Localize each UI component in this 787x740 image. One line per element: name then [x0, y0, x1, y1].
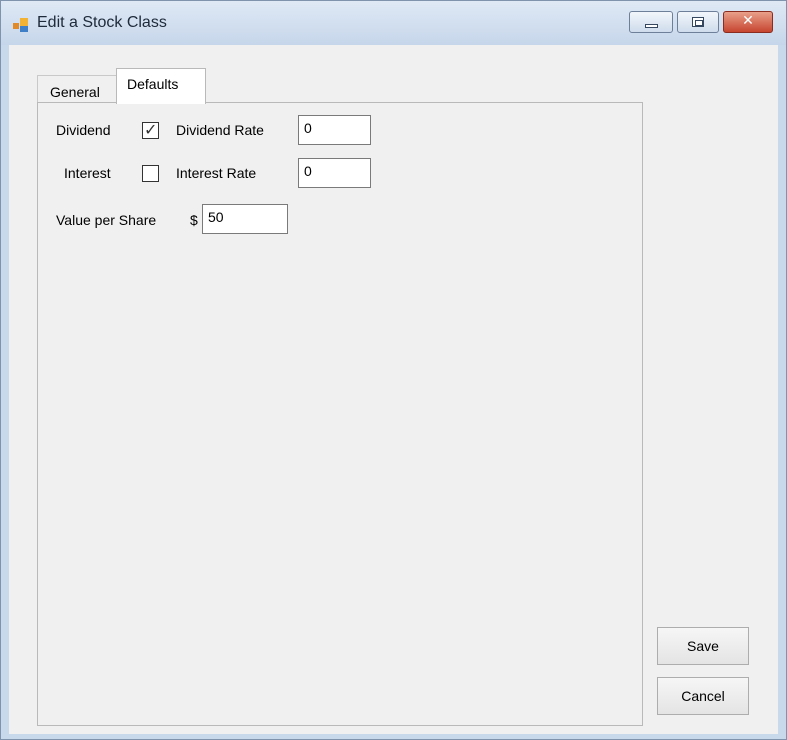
dividend-label: Dividend [56, 122, 111, 138]
window-title: Edit a Stock Class [37, 14, 167, 31]
tab-general-label: General [50, 84, 100, 100]
interest-rate-input[interactable]: 0 [298, 158, 371, 188]
save-button[interactable]: Save [657, 627, 749, 665]
close-button[interactable]: ✕ [723, 11, 773, 33]
title-bar[interactable]: Edit a Stock Class ✕ [1, 1, 786, 45]
app-icon [13, 18, 28, 32]
tab-defaults[interactable]: Defaults [116, 68, 206, 104]
minimize-button[interactable] [629, 11, 673, 33]
tab-defaults-label: Defaults [127, 76, 179, 92]
maximize-button[interactable] [677, 11, 719, 33]
value-per-share-label: Value per Share [56, 212, 157, 228]
window-client-area: General Defaults Dividend ✓ Dividend Rat… [9, 45, 778, 734]
cancel-button[interactable]: Cancel [657, 677, 749, 715]
minimize-icon [645, 24, 658, 28]
dividend-checkbox[interactable]: ✓ [142, 120, 159, 139]
edit-stock-class-window: Edit a Stock Class ✕ General Defaults Di… [0, 0, 787, 740]
checkmark-icon: ✓ [144, 120, 158, 139]
close-icon: ✕ [742, 13, 754, 29]
interest-label: Interest [64, 165, 111, 181]
tab-general[interactable]: General [37, 75, 117, 103]
interest-rate-label: Interest Rate [176, 165, 257, 181]
interest-checkbox[interactable] [142, 165, 159, 182]
restore-icon [692, 17, 704, 27]
currency-symbol: $ [190, 212, 198, 228]
defaults-tab-panel: Dividend ✓ Dividend Rate 0 Interest Inte… [37, 102, 643, 726]
dividend-rate-label: Dividend Rate [176, 122, 264, 138]
dividend-rate-input[interactable]: 0 [298, 115, 371, 145]
value-per-share-input[interactable]: 50 [202, 204, 288, 234]
